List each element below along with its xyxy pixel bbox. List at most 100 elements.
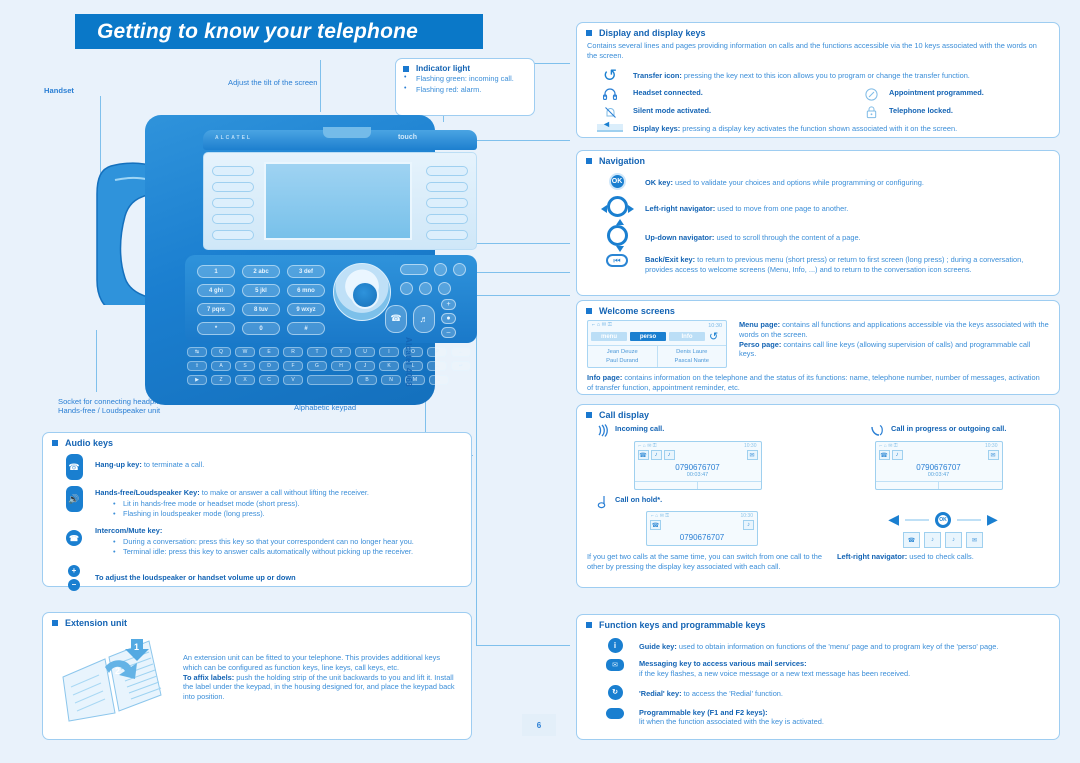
alpha-key[interactable]: P — [427, 347, 447, 357]
f2-key[interactable] — [453, 263, 466, 276]
alpha-key[interactable]: C — [259, 375, 279, 385]
page-number: 6 — [522, 714, 556, 736]
display-key[interactable] — [426, 166, 468, 176]
right-display-keys[interactable] — [426, 166, 468, 240]
display-key[interactable] — [426, 182, 468, 192]
perso-page-bold: Perso page: — [739, 339, 782, 349]
dial-key[interactable]: 4 ghi — [197, 284, 235, 297]
alpha-key[interactable]: D — [259, 361, 279, 371]
dial-key[interactable]: 6 mno — [287, 284, 325, 297]
alpha-key[interactable]: Z — [211, 375, 231, 385]
volume-down-key[interactable]: – — [441, 327, 456, 338]
display-keys-item-text: Silent mode activated. — [633, 106, 853, 116]
alpha-key[interactable]: ↓ — [429, 375, 449, 385]
dial-key[interactable]: 8 tuv — [242, 303, 280, 316]
dial-key[interactable]: * — [197, 322, 235, 335]
silent-mode-icon — [587, 106, 633, 119]
display-keys-box: Display and display keys Contains severa… — [576, 22, 1060, 138]
alpha-key[interactable]: J — [355, 361, 375, 371]
alpha-key[interactable]: E — [259, 347, 279, 357]
display-key[interactable] — [212, 230, 254, 240]
navigator-note-bold: Left-right navigator: — [837, 552, 908, 561]
audio-key-bullet-label: Terminal idle: press this key to answer … — [123, 546, 414, 556]
intercom-mute-key[interactable]: ● — [441, 313, 456, 324]
lcd-tab-bar[interactable]: menu perso Info ↺ — [588, 330, 726, 345]
messaging-key[interactable] — [419, 282, 432, 295]
dial-key[interactable]: 5 jkl — [242, 284, 280, 297]
display-key[interactable] — [212, 214, 254, 224]
telephone-lcd-screen — [264, 162, 412, 240]
left-display-keys[interactable] — [212, 166, 254, 240]
alpha-key[interactable]: N — [381, 375, 401, 385]
welcome-screens-text: Menu page: contains all functions and ap… — [727, 320, 1049, 359]
alpha-key[interactable]: ⇧ — [187, 361, 207, 371]
alpha-key[interactable]: W — [235, 347, 255, 357]
alpha-key[interactable]: V — [283, 375, 303, 385]
screen-tilt-tab[interactable] — [323, 127, 371, 138]
volume-up-icon: + — [68, 564, 80, 577]
alpha-key[interactable]: B — [357, 375, 377, 385]
extension-unit-box: Extension unit 1 2 An extension unit can… — [42, 612, 472, 740]
dial-key[interactable]: 0 — [242, 322, 280, 335]
numeric-dialpad[interactable]: 1 2 abc 3 def 4 ghi 5 jkl 6 mno 7 pqrs 8… — [197, 265, 325, 341]
volume-up-key[interactable]: + — [441, 299, 456, 310]
dial-key[interactable]: 9 wxyz — [287, 303, 325, 316]
alpha-key[interactable]: ← — [451, 347, 471, 357]
f1-key[interactable] — [434, 263, 447, 276]
redial-key[interactable] — [438, 282, 451, 295]
ok-key-icon: OK — [589, 173, 645, 190]
alpha-key[interactable]: H — [331, 361, 351, 371]
bullet-square-icon — [403, 65, 409, 72]
alpha-key[interactable]: ↹ — [187, 347, 207, 357]
dial-key[interactable]: 7 pqrs — [197, 303, 235, 316]
alpha-key[interactable]: U — [355, 347, 375, 357]
alpha-key[interactable]: ↵ — [451, 361, 471, 371]
programmable-key-strip[interactable] — [400, 264, 428, 275]
alpha-key[interactable]: X — [235, 375, 255, 385]
alpha-key[interactable]: Y — [331, 347, 351, 357]
alpha-key[interactable]: T — [307, 347, 327, 357]
display-key[interactable] — [426, 198, 468, 208]
lcd-tab-perso[interactable]: perso — [630, 332, 666, 341]
held-call-icon: ♪ — [924, 532, 941, 548]
audio-key-desc: to terminate a call. — [141, 460, 205, 469]
space-key[interactable] — [307, 375, 353, 385]
function-key-cluster — [400, 263, 470, 301]
navigator-wheel[interactable] — [333, 263, 391, 321]
alpha-key[interactable]: R — [283, 347, 303, 357]
dial-key[interactable]: 2 abc — [242, 265, 280, 278]
alpha-key[interactable]: Q — [211, 347, 231, 357]
display-key[interactable] — [426, 230, 468, 240]
alphabetic-keypad[interactable]: ↹ Q W E R T Y U I O P ← ⇧ A S D F G H J … — [187, 347, 475, 389]
hang-up-key[interactable]: ☎ — [385, 304, 407, 333]
display-key[interactable] — [426, 214, 468, 224]
display-key[interactable] — [212, 182, 254, 192]
bullet-square-icon — [586, 622, 592, 628]
hands-free-key[interactable]: ♬ — [413, 304, 435, 333]
alpha-key[interactable]: ▶ — [187, 375, 207, 385]
lcd-name: Paul Durand — [606, 357, 639, 364]
lcd-tab-menu[interactable]: menu — [591, 332, 627, 341]
page-banner: Getting to know your telephone — [75, 14, 483, 49]
lcd-names-left: Jean Deuze Paul Durand — [588, 346, 658, 368]
alpha-key[interactable]: A — [211, 361, 231, 371]
alpha-key[interactable]: ↔ — [427, 361, 447, 371]
dial-key[interactable]: # — [287, 322, 325, 335]
dial-key[interactable]: 3 def — [287, 265, 325, 278]
alpha-key[interactable]: S — [235, 361, 255, 371]
back-exit-key-icon: ⏮ — [589, 254, 645, 267]
alpha-key[interactable]: F — [283, 361, 303, 371]
dial-key[interactable]: 1 — [197, 265, 235, 278]
alpha-key[interactable]: I — [379, 347, 399, 357]
alphapad-row: ▶ Z X C V B N M ↓ — [187, 375, 475, 385]
ok-key-icon: OK — [935, 511, 951, 528]
lcd-time: 10:30 — [708, 322, 722, 329]
display-key[interactable] — [212, 166, 254, 176]
display-key[interactable] — [212, 198, 254, 208]
lcd-tab-info[interactable]: Info — [669, 332, 705, 341]
function-key-text: Messaging key to access various mail ser… — [639, 659, 910, 679]
alpha-key[interactable]: G — [307, 361, 327, 371]
welcome-screens-content: ⌐ ⌂ ✉ ⚿ 10:30 menu perso Info ↺ Jean Deu… — [577, 319, 1059, 369]
guide-key[interactable] — [400, 282, 413, 295]
alpha-key[interactable]: K — [379, 361, 399, 371]
